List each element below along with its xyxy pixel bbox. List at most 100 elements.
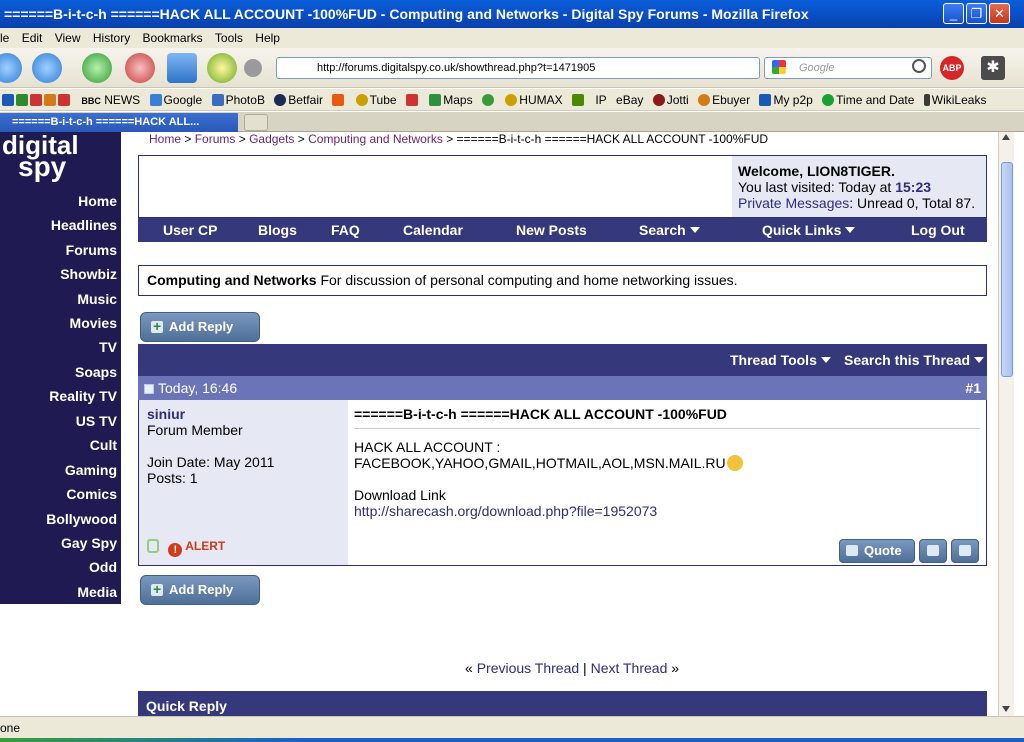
sidebar-item-home[interactable]: Home <box>78 193 117 209</box>
next-thread-link[interactable]: Next Thread <box>591 660 668 676</box>
home-icon[interactable] <box>167 53 197 83</box>
bookmark-icon[interactable] <box>2 94 14 106</box>
bookmark-jotti[interactable]: Jotti <box>652 89 689 110</box>
sidebar-item-headlines[interactable]: Headlines <box>51 217 117 233</box>
add-reply-button[interactable]: Add Reply <box>140 312 260 342</box>
nav-blogs[interactable]: Blogs <box>258 218 297 242</box>
new-tab-button[interactable] <box>244 114 268 131</box>
search-thread-menu[interactable]: Search this Thread <box>844 344 985 376</box>
nav-user-cp[interactable]: User CP <box>163 218 217 242</box>
bookmark-icon[interactable] <box>30 94 42 106</box>
bookmark-circle[interactable] <box>481 89 496 110</box>
menu-tools[interactable]: Tools <box>215 28 243 48</box>
sidebar-item-gaming[interactable]: Gaming <box>65 462 117 478</box>
nav-quick-links[interactable]: Quick Links <box>762 218 856 242</box>
nav-faq[interactable]: FAQ <box>331 218 360 242</box>
sidebar-item-music[interactable]: Music <box>77 291 117 307</box>
adblock-icon[interactable]: ABP <box>940 56 964 80</box>
stop-icon[interactable] <box>125 53 155 83</box>
sidebar-item-movies[interactable]: Movies <box>70 315 117 331</box>
search-icon[interactable] <box>912 59 926 73</box>
multi-quote-button[interactable] <box>919 539 947 563</box>
menu-view[interactable]: View <box>55 28 81 48</box>
breadcrumb-home[interactable]: Home <box>149 132 181 146</box>
addon-icon[interactable] <box>207 53 237 83</box>
settings-icon[interactable] <box>244 59 262 77</box>
sidebar-item-forums[interactable]: Forums <box>66 242 117 258</box>
bookmark-ebuyer[interactable]: Ebuyer <box>698 89 750 110</box>
menu-edit[interactable]: Edit <box>22 28 43 48</box>
post-username[interactable]: siniur <box>147 406 340 422</box>
sidebar-item-bollywood[interactable]: Bollywood <box>46 511 117 527</box>
quick-reply-button[interactable] <box>951 539 979 563</box>
bookmark-maps[interactable]: Maps <box>429 89 473 110</box>
bookmark-icon[interactable] <box>58 94 70 106</box>
bookmark-icons <box>2 89 72 110</box>
menu-file[interactable]: le <box>0 28 9 48</box>
bookmark-bbc-news[interactable]: BBC NEWS <box>81 89 140 110</box>
scrollbar-thumb[interactable] <box>1001 162 1013 377</box>
breadcrumb: Home > Forums > Gadgets > Computing and … <box>149 132 768 146</box>
download-link[interactable]: http://sharecash.org/download.php?file=1… <box>354 503 980 519</box>
search-input[interactable]: Google <box>764 57 932 79</box>
bookmark-tube[interactable]: Tube <box>355 89 397 110</box>
reload-icon[interactable] <box>82 53 112 83</box>
sidebar-item-reality-tv[interactable]: Reality TV <box>49 388 117 404</box>
thread-tools-menu[interactable]: Thread Tools <box>730 344 831 376</box>
sidebar-item-comics[interactable]: Comics <box>66 486 117 502</box>
add-reply-button-bottom[interactable]: Add Reply <box>140 575 260 605</box>
breadcrumb-forums[interactable]: Forums <box>195 132 236 146</box>
sidebar-item-odd[interactable]: Odd <box>89 559 117 575</box>
sidebar-item-cult[interactable]: Cult <box>90 437 117 453</box>
scroll-up-icon[interactable] <box>1002 134 1010 140</box>
tab-current[interactable]: ======B-i-t-c-h ======HACK ALL... <box>0 113 238 132</box>
url-input[interactable]: http://forums.digitalspy.co.uk/showthrea… <box>276 57 760 79</box>
extension-icon[interactable]: ✱ <box>981 56 1005 80</box>
sidebar-item-tv[interactable]: TV <box>99 339 117 355</box>
menu-history[interactable]: History <box>93 28 130 48</box>
breadcrumb-computing[interactable]: Computing and Networks <box>308 132 443 146</box>
sidebar-item-showbiz[interactable]: Showbiz <box>60 266 117 282</box>
breadcrumb-sep: > <box>442 132 457 146</box>
bookmark-rt[interactable] <box>571 89 586 110</box>
bookmark-wikileaks[interactable]: WikiLeaks <box>923 89 986 110</box>
nav-search[interactable]: Search <box>639 218 700 242</box>
bookmark-timeanddate[interactable]: Time and Date <box>822 89 914 110</box>
digital-spy-logo[interactable]: digital spy <box>0 132 121 184</box>
bookmark-humax[interactable]: HUMAX <box>505 89 563 110</box>
menu-help[interactable]: Help <box>255 28 280 48</box>
sidebar-item-soaps[interactable]: Soaps <box>75 364 117 380</box>
alert-link[interactable]: ALERT <box>185 539 225 553</box>
post-number[interactable]: #1 <box>965 376 981 400</box>
bookmark-youtube[interactable] <box>405 89 420 110</box>
close-button[interactable]: ✕ <box>989 3 1010 24</box>
nav-calendar[interactable]: Calendar <box>403 218 463 242</box>
nav-log-out[interactable]: Log Out <box>911 218 965 242</box>
bookmark-ebay[interactable]: eBay <box>616 89 643 110</box>
vertical-scrollbar[interactable] <box>998 132 1014 716</box>
menu-bookmarks[interactable]: Bookmarks <box>143 28 203 48</box>
scroll-down-icon[interactable] <box>1002 706 1010 712</box>
bookmark-ip[interactable]: IP <box>595 89 606 110</box>
bookmark-google[interactable]: Google <box>149 89 202 110</box>
bookmark-icon[interactable] <box>16 94 28 106</box>
bookmark-betfair[interactable]: Betfair <box>274 89 323 110</box>
bookmark-photob[interactable]: PhotoB <box>211 89 265 110</box>
quote-button[interactable]: Quote <box>839 539 915 563</box>
bookmark-icon[interactable] <box>44 94 56 106</box>
bookmark-flame[interactable] <box>332 89 346 110</box>
sidebar-item-us-tv[interactable]: US TV <box>76 413 117 429</box>
forward-icon[interactable] <box>32 53 62 83</box>
sidebar-item-media[interactable]: Media <box>77 584 117 600</box>
maximize-button[interactable]: ❐ <box>966 3 987 24</box>
private-messages-link[interactable]: Private Messages <box>738 195 849 211</box>
back-icon[interactable] <box>0 53 22 83</box>
sidebar-item-gay-spy[interactable]: Gay Spy <box>61 535 117 551</box>
previous-thread-link[interactable]: Previous Thread <box>477 660 579 676</box>
private-messages-counts: : Unread 0, Total 87. <box>849 195 976 211</box>
bookmark-myp2p[interactable]: My p2p <box>759 89 813 110</box>
nav-new-posts[interactable]: New Posts <box>516 218 587 242</box>
breadcrumb-gadgets[interactable]: Gadgets <box>249 132 294 146</box>
minimize-button[interactable]: _ <box>943 3 964 24</box>
multiquote-icon <box>927 545 939 556</box>
